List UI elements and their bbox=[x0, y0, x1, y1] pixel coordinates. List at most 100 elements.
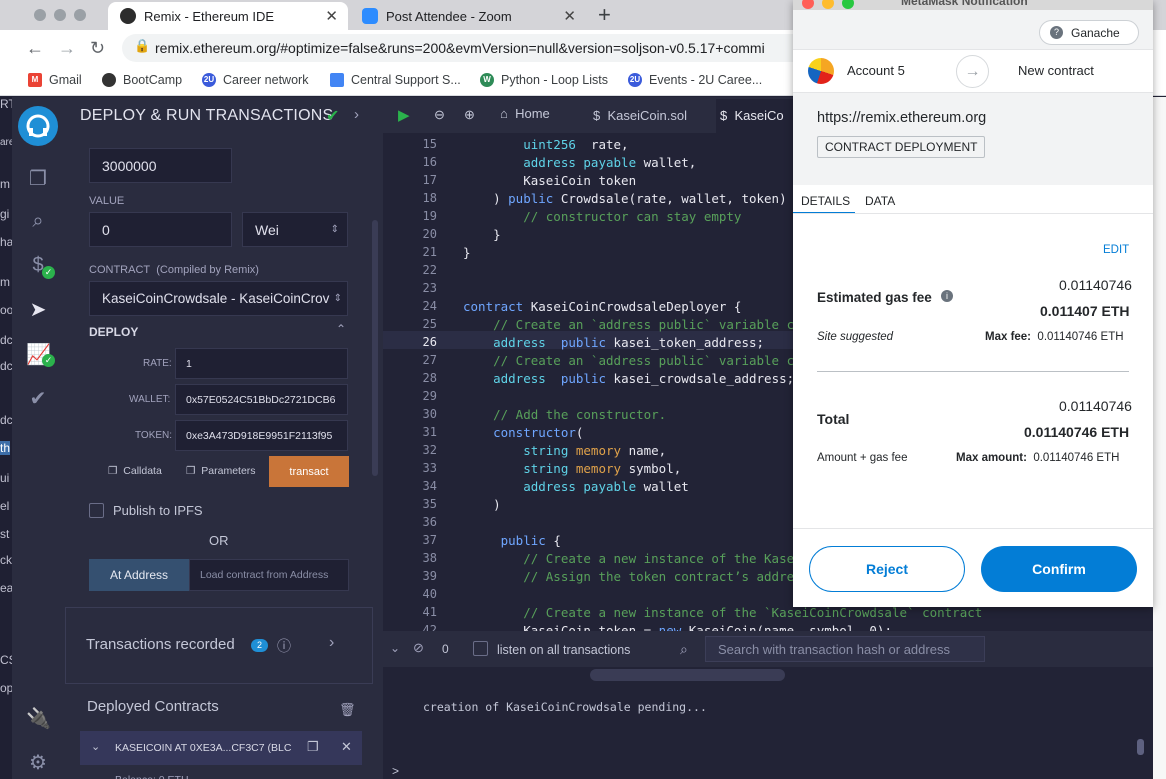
bookmark-events-2u[interactable]: 2U Events - 2U Caree... bbox=[628, 73, 762, 87]
tab-home[interactable]: ⌂ Home bbox=[500, 106, 550, 121]
max-fee-label: Max fee: bbox=[985, 331, 1032, 343]
window-close-dot[interactable] bbox=[802, 0, 814, 9]
code-line: string memory name, bbox=[463, 443, 666, 458]
zoom-in-icon[interactable]: ⊕ bbox=[464, 107, 475, 123]
window-minimize-dot[interactable] bbox=[822, 0, 834, 9]
metamask-window-title: MetaMask Notification bbox=[901, 0, 1028, 8]
bookmark-python-loop-lists[interactable]: W Python - Loop Lists bbox=[480, 73, 608, 87]
bookmark-gmail[interactable]: M Gmail bbox=[28, 73, 82, 87]
run-play-icon[interactable]: ▶ bbox=[398, 106, 410, 124]
deployed-contracts-label: Deployed Contracts bbox=[87, 698, 219, 715]
remix-logo-icon[interactable] bbox=[18, 106, 58, 146]
terminal-scrollbar[interactable] bbox=[1137, 739, 1144, 755]
wallet-input[interactable]: 0x57E0524C51BbDc2721DCB6 bbox=[175, 384, 348, 415]
settings-gear-icon[interactable]: ⚙ bbox=[26, 750, 50, 774]
back-arrow-icon[interactable]: ← bbox=[26, 38, 44, 59]
publish-ipfs-checkbox[interactable] bbox=[89, 503, 104, 518]
code-line: } bbox=[463, 245, 471, 260]
rate-input[interactable]: 1 bbox=[175, 348, 348, 379]
chevron-right-icon[interactable]: › bbox=[354, 106, 359, 123]
trash-icon[interactable]: 🗑 bbox=[339, 702, 356, 718]
value-unit-select[interactable]: Wei ⇕ bbox=[242, 212, 348, 247]
network-selector[interactable]: ? Ganache bbox=[1039, 20, 1139, 45]
edge-fragment: dc bbox=[0, 413, 12, 427]
window-zoom-dot[interactable] bbox=[74, 9, 86, 21]
copy-icon[interactable]: ❐ bbox=[307, 739, 319, 755]
tab-data[interactable]: DATA bbox=[865, 194, 895, 208]
help-question-icon: ? bbox=[1050, 26, 1063, 39]
edge-fragment: gi bbox=[0, 207, 10, 221]
info-icon[interactable]: i bbox=[941, 290, 953, 302]
terminal-output[interactable] bbox=[383, 667, 1166, 779]
chevron-down-icon[interactable]: ⌄ bbox=[91, 740, 100, 753]
code-line: uint256 rate, bbox=[463, 137, 629, 152]
info-icon[interactable]: ⓘ bbox=[277, 636, 291, 656]
code-token: Crowdsale(rate, wallet, token) { bbox=[553, 191, 802, 206]
code-token: } bbox=[463, 245, 471, 260]
window-minimize-dot[interactable] bbox=[54, 9, 66, 21]
listen-all-checkbox[interactable] bbox=[473, 641, 488, 656]
line-number: 28 bbox=[422, 371, 437, 385]
deploy-run-icon[interactable]: ➤ bbox=[26, 297, 50, 321]
window-close-dot[interactable] bbox=[34, 9, 46, 21]
code-line: address payable wallet bbox=[463, 479, 689, 494]
panel-scrollbar[interactable] bbox=[372, 220, 378, 476]
code-token: public bbox=[508, 191, 554, 206]
close-icon[interactable]: ✕ bbox=[563, 7, 576, 25]
plugin-manager-icon[interactable]: 🔌 bbox=[26, 706, 51, 730]
contract-select[interactable]: KaseiCoinCrowdsale - KaseiCoinCrov ⇕ bbox=[89, 281, 348, 316]
window-zoom-dot[interactable] bbox=[842, 0, 854, 9]
line-number: 29 bbox=[422, 389, 437, 403]
or-label: OR bbox=[209, 533, 229, 548]
line-number: 34 bbox=[422, 479, 437, 493]
parameters-button[interactable]: ❐ Parameters bbox=[186, 465, 256, 477]
search-icon[interactable]: ⌕ bbox=[26, 210, 50, 234]
transactions-count-badge: 2 bbox=[251, 639, 268, 652]
calldata-button[interactable]: ❐ Calldata bbox=[108, 465, 162, 477]
tab-title: Post Attendee - Zoom bbox=[386, 8, 512, 24]
account-name[interactable]: Account 5 bbox=[847, 63, 905, 78]
bookmark-bootcamp[interactable]: BootCamp bbox=[102, 73, 182, 87]
token-input[interactable]: 0xe3A473D918E9951F2113f95 bbox=[175, 420, 348, 451]
at-address-button[interactable]: At Address bbox=[89, 559, 189, 591]
copy-icon: ❐ bbox=[186, 465, 196, 477]
edit-gas-link[interactable]: EDIT bbox=[1103, 244, 1129, 256]
tab-details[interactable]: DETAILS bbox=[801, 194, 850, 208]
collapse-terminal-icon[interactable]: ⌄ bbox=[390, 641, 400, 655]
file-explorer-icon[interactable]: ❐ bbox=[26, 166, 50, 190]
tab-remix[interactable]: Remix - Ethereum IDE ✕ bbox=[108, 2, 348, 30]
zoom-out-icon[interactable]: ⊖ bbox=[434, 107, 445, 123]
code-token: rate, bbox=[575, 137, 629, 152]
tab-kaseicoin-sol[interactable]: $ KaseiCoin.sol bbox=[593, 108, 687, 123]
chevron-up-icon[interactable]: ⌃ bbox=[336, 322, 346, 336]
close-icon[interactable]: ✕ bbox=[341, 739, 352, 755]
gas-limit-input[interactable]: 3000000 bbox=[89, 148, 232, 183]
bookmark-label: Gmail bbox=[49, 73, 82, 87]
reload-icon[interactable]: ↻ bbox=[90, 38, 105, 59]
testing-double-check-icon[interactable]: ✔ bbox=[26, 386, 50, 410]
confirm-button[interactable]: Confirm bbox=[981, 546, 1137, 592]
transact-button[interactable]: transact bbox=[269, 456, 349, 487]
clear-console-icon[interactable]: ⊘ bbox=[413, 640, 424, 656]
terminal-search-input[interactable]: Search with transaction hash or address bbox=[705, 636, 985, 662]
reject-button[interactable]: Reject bbox=[809, 546, 965, 592]
max-amount-value: 0.01140746 ETH bbox=[1033, 452, 1120, 464]
terminal-drag-handle[interactable] bbox=[590, 669, 785, 681]
close-icon[interactable]: ✕ bbox=[325, 7, 338, 25]
line-number: 17 bbox=[422, 173, 437, 187]
chevron-right-icon[interactable]: › bbox=[329, 634, 334, 652]
tab-zoom[interactable]: Post Attendee - Zoom ✕ bbox=[350, 2, 586, 30]
amount-gas-label: Amount + gas fee bbox=[817, 452, 908, 464]
line-number: 15 bbox=[422, 137, 437, 151]
forward-arrow-icon[interactable]: → bbox=[58, 38, 76, 59]
bookmark-career-network[interactable]: 2U Career network bbox=[202, 73, 308, 87]
site-suggested-label: Site suggested bbox=[817, 331, 894, 343]
value-input[interactable]: 0 bbox=[89, 212, 232, 247]
tab-title: Remix - Ethereum IDE bbox=[144, 8, 275, 24]
load-contract-address-input[interactable]: Load contract from Address bbox=[189, 559, 349, 591]
code-line: // Assign the token contract’s address bbox=[463, 569, 809, 584]
bookmark-central-support[interactable]: Central Support S... bbox=[330, 73, 461, 87]
home-icon: ⌂ bbox=[500, 106, 508, 121]
total-label: Total bbox=[817, 411, 850, 427]
new-tab-plus-icon[interactable]: + bbox=[598, 2, 611, 28]
